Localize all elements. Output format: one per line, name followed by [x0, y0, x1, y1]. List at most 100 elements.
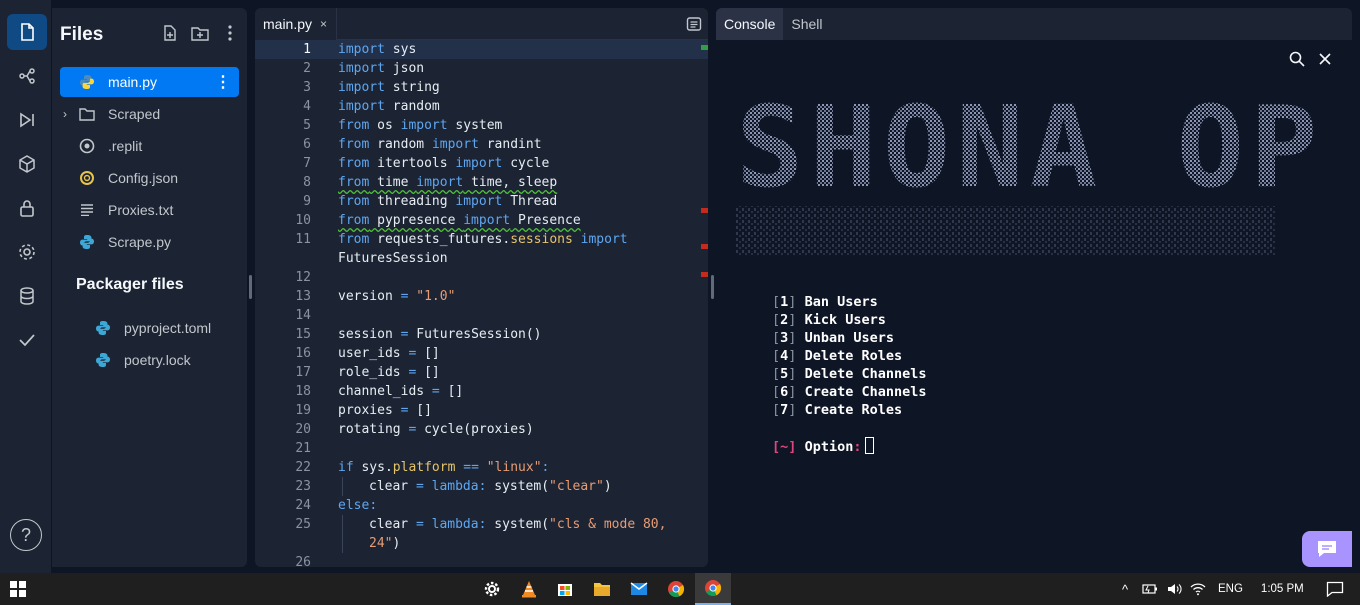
code-line: 25 clear = lambda: system("cls & mode 80, [255, 515, 708, 534]
code-editor: main.py × 1 import sys 2 import json 3 impo… [255, 8, 708, 567]
code-line: 19 proxies = [] [255, 401, 708, 420]
files-tool-button[interactable] [7, 14, 47, 50]
kebab-menu-icon [228, 25, 232, 41]
menu-option-5: [5] Delete Channels [772, 366, 927, 382]
file-item-label: Config.json [108, 170, 179, 186]
menu-option-3: [3] Unban Users [772, 330, 894, 346]
code-line: 23 clear = lambda: system("clear") [255, 477, 708, 496]
packager-item-pyproject[interactable]: pyproject.toml [94, 313, 211, 343]
code-line: 13 version = "1.0" [255, 287, 708, 306]
clear-console-button[interactable] [1314, 48, 1336, 70]
tab-label: main.py [263, 16, 313, 32]
code-area[interactable]: 1 import sys 2 import json 3 import string … [255, 40, 708, 567]
new-folder-button[interactable] [191, 24, 209, 42]
code-line: 17 role_ids = [] [255, 363, 708, 382]
file-item-replit[interactable]: .replit [60, 131, 239, 161]
code-line: 11 from requests_futures.sessions import [255, 230, 708, 249]
debugger-tool-button[interactable] [7, 102, 47, 138]
show-hidden-icons-icon[interactable]: ^ [1118, 582, 1132, 597]
files-more-button[interactable] [221, 24, 239, 42]
close-icon [1319, 53, 1331, 65]
packager-item-poetry-lock[interactable]: poetry.lock [94, 345, 191, 375]
taskbar-file-explorer[interactable] [584, 573, 620, 605]
packager-files-title: Packager files [76, 276, 184, 293]
code-line: 1 import sys [255, 40, 708, 59]
line-number: 1 [303, 42, 311, 57]
code-line: 5 from os import system [255, 116, 708, 135]
windows-taskbar: ^ ENG 1:05 PM [0, 573, 1360, 605]
taskbar-chrome-active[interactable] [695, 573, 731, 605]
file-item-scraped-folder[interactable]: › Scraped [60, 99, 239, 129]
taskbar-settings[interactable] [474, 573, 510, 605]
file-item-main-py[interactable]: main.py ⋮ [60, 67, 239, 97]
file-item-label: .replit [108, 138, 143, 154]
file-options-icon[interactable]: ⋮ [215, 72, 231, 92]
help-button[interactable]: ? [10, 519, 42, 551]
line-number: 13 [295, 289, 311, 304]
file-item-label: Scrape.py [108, 234, 172, 250]
search-button[interactable] [1286, 48, 1308, 70]
taskbar-mail[interactable] [621, 573, 657, 605]
packager-item-label: pyproject.toml [124, 320, 212, 336]
new-file-icon [164, 25, 176, 41]
input-language[interactable]: ENG [1218, 583, 1243, 595]
code-line: 9 from threading import Thread [255, 192, 708, 211]
wifi-icon[interactable] [1190, 582, 1206, 596]
line-number: 23 [295, 479, 311, 494]
battery-icon[interactable] [1142, 583, 1158, 595]
file-item-config-json[interactable]: Config.json [60, 163, 239, 193]
taskbar-chrome[interactable] [658, 573, 694, 605]
folder-icon [594, 583, 610, 596]
file-history-icon[interactable] [686, 16, 702, 32]
git-tool-button[interactable] [7, 58, 47, 94]
packages-tool-button[interactable] [7, 146, 47, 182]
line-number: 26 [295, 555, 311, 567]
mail-icon [630, 582, 648, 595]
python-icon [78, 233, 96, 251]
json-icon [78, 169, 96, 187]
volume-icon[interactable] [1166, 582, 1182, 596]
tab-console[interactable]: Console [716, 8, 784, 40]
database-tool-button[interactable] [7, 278, 47, 314]
file-item-scrape-py[interactable]: Scrape.py [60, 227, 239, 257]
code-line: FuturesSession [338, 251, 448, 266]
code-line: 16 user_ids = [] [255, 344, 708, 363]
start-button[interactable] [0, 573, 36, 605]
settings-tool-button[interactable] [7, 234, 47, 270]
taskbar-store[interactable] [547, 573, 583, 605]
error-marker [701, 208, 708, 213]
code-line: 15 session = FuturesSession() [255, 325, 708, 344]
chat-icon [1318, 541, 1336, 557]
chat-button[interactable] [1302, 531, 1352, 567]
line-number: 8 [303, 175, 311, 190]
code-line: 7 from itertools import cycle [255, 154, 708, 173]
line-number: 24 [295, 498, 311, 513]
code-line: 10 from pypresence import Presence [255, 211, 708, 230]
option-prompt[interactable]: [~] Option: [772, 437, 875, 456]
code-line: 24") [369, 536, 401, 551]
files-resize-handle[interactable] [249, 275, 252, 299]
close-icon[interactable]: × [320, 17, 327, 31]
menu-option-6: [6] Create Channels [772, 384, 927, 400]
tab-main-py[interactable]: main.py × [255, 8, 337, 40]
code-line: 4 import random [255, 97, 708, 116]
cube-icon [19, 155, 35, 173]
editor-resize-handle[interactable] [711, 275, 714, 299]
database-icon [20, 287, 34, 305]
python-icon [94, 351, 112, 369]
files-toolbar [161, 24, 239, 42]
unit-tests-tool-button[interactable] [7, 322, 47, 358]
system-tray: ^ ENG 1:05 PM [1118, 573, 1344, 605]
python-icon [78, 73, 96, 91]
notification-icon[interactable] [1326, 581, 1344, 597]
new-file-button[interactable] [161, 24, 179, 42]
file-item-proxies-txt[interactable]: Proxies.txt [60, 195, 239, 225]
code-line: 26 [255, 553, 708, 567]
text-file-icon [78, 201, 96, 219]
console-output[interactable]: SHONA OP [1] Ban Users [2] Kick Users [3… [716, 40, 1352, 567]
taskbar-vlc[interactable] [511, 573, 547, 605]
clock[interactable]: 1:05 PM [1261, 583, 1304, 595]
file-item-label: Proxies.txt [108, 202, 174, 218]
secrets-tool-button[interactable] [7, 190, 47, 226]
tab-shell[interactable]: Shell [783, 8, 831, 40]
